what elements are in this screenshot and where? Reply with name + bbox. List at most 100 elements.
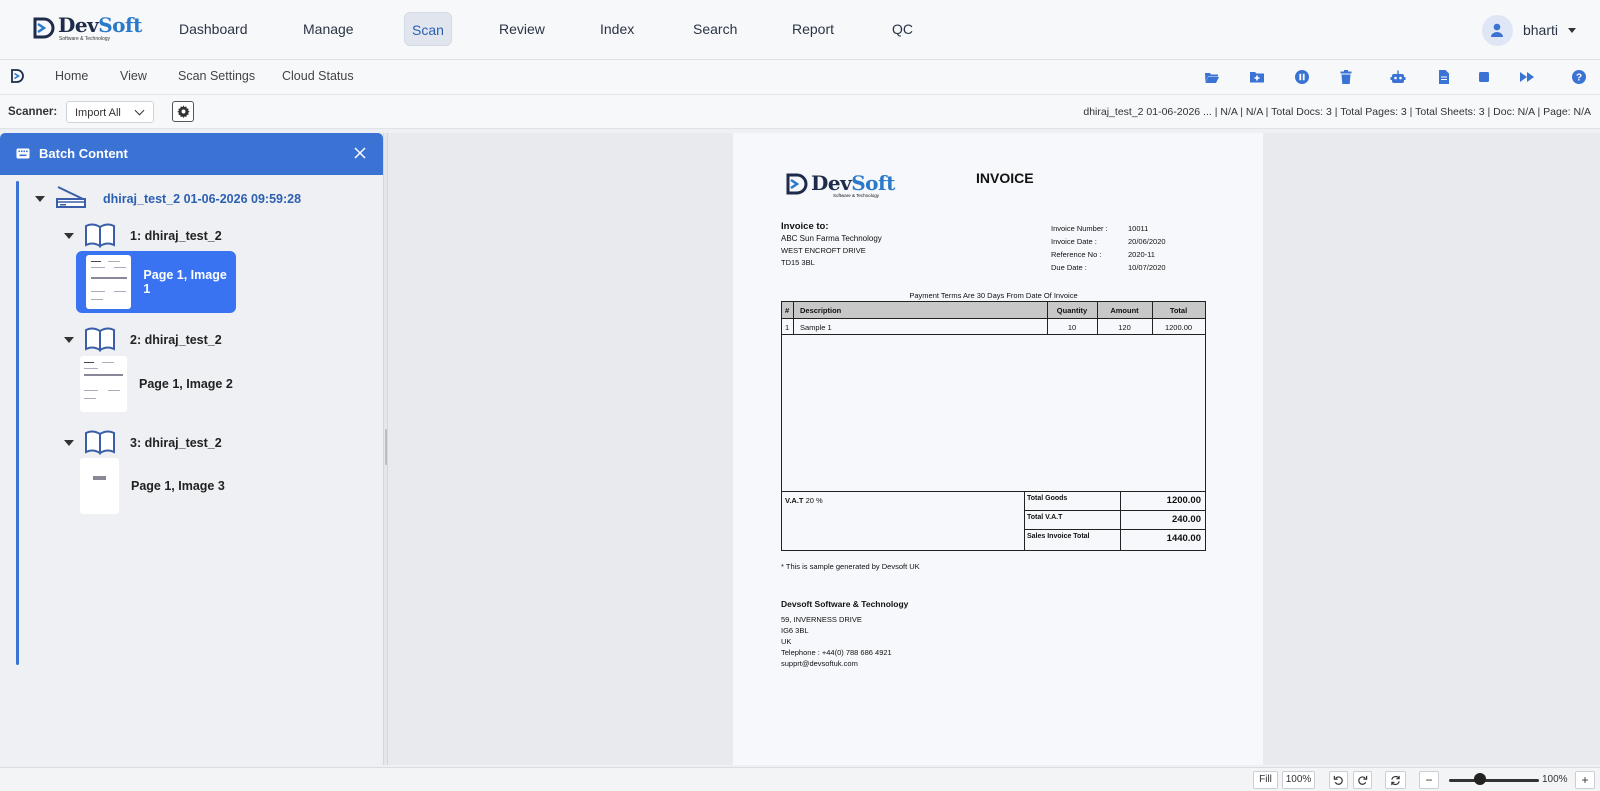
expand-caret-icon[interactable] bbox=[64, 440, 74, 446]
invoice-to-line: TD15 3BL bbox=[781, 258, 815, 267]
scanner-icon bbox=[55, 185, 87, 214]
svg-text:?: ? bbox=[1576, 73, 1582, 84]
page-item[interactable]: Page 1, Image 3 bbox=[80, 458, 240, 514]
nav-index[interactable]: Index bbox=[593, 12, 641, 46]
menu-view[interactable]: View bbox=[120, 60, 147, 95]
user-menu[interactable]: bharti bbox=[1481, 14, 1576, 46]
document-tree-item[interactable]: 1: dhiraj_test_2 bbox=[64, 221, 222, 251]
refresh-button[interactable] bbox=[1385, 771, 1406, 789]
zoom-100-button[interactable]: 100% bbox=[1282, 771, 1315, 789]
nav-qc[interactable]: QC bbox=[885, 12, 920, 46]
user-avatar-icon bbox=[1481, 14, 1513, 46]
keyboard-icon bbox=[16, 147, 30, 162]
invoice-to-line: WEST ENCROFT DRIVE bbox=[781, 246, 866, 255]
app-small-logo-icon bbox=[11, 69, 25, 86]
expand-caret-icon[interactable] bbox=[64, 337, 74, 343]
scanner-bar: Scanner: Import All dhiraj_test_2 01-06-… bbox=[0, 95, 1600, 129]
table-header: Description bbox=[800, 306, 842, 315]
batch-name: dhiraj_test_2 01-06-2026 09:59:28 bbox=[103, 192, 302, 206]
book-icon bbox=[84, 429, 116, 458]
nav-dashboard[interactable]: Dashboard bbox=[172, 12, 255, 46]
vat-rate: 20 % bbox=[805, 496, 823, 505]
fast-forward-icon[interactable] bbox=[1519, 69, 1535, 85]
page-item[interactable]: Page 1, Image 2 bbox=[80, 356, 240, 412]
invoice-meta-key: Due Date : bbox=[1051, 263, 1087, 272]
table-header: Amount bbox=[1110, 306, 1139, 315]
zoom-slider-track[interactable] bbox=[1449, 779, 1539, 782]
robot-icon[interactable] bbox=[1390, 69, 1406, 85]
table-cell: 10 bbox=[1067, 323, 1077, 332]
page-thumbnail bbox=[80, 458, 119, 514]
logo-text-main: Dev bbox=[58, 13, 99, 37]
folder-plus-icon[interactable] bbox=[1249, 69, 1265, 85]
nav-scan[interactable]: Scan bbox=[404, 12, 452, 46]
nav-review[interactable]: Review bbox=[492, 12, 552, 46]
book-icon bbox=[84, 222, 116, 251]
close-icon[interactable] bbox=[353, 146, 367, 160]
batch-content-header: Batch Content bbox=[0, 133, 383, 175]
scanner-settings-button[interactable] bbox=[172, 101, 194, 122]
scanner-label: Scanner: bbox=[8, 106, 58, 118]
logo-text-accent: Soft bbox=[98, 13, 142, 37]
invoice-meta-value: 10/07/2020 bbox=[1128, 263, 1166, 272]
folder-open-icon[interactable] bbox=[1204, 69, 1220, 85]
file-icon[interactable] bbox=[1436, 69, 1452, 85]
document-tree-item[interactable]: 2: dhiraj_test_2 bbox=[64, 325, 222, 355]
company-address-line: UK bbox=[781, 637, 792, 646]
company-phone: Telephone : +44(0) 788 686 4921 bbox=[781, 648, 892, 657]
nav-manage[interactable]: Manage bbox=[296, 12, 361, 46]
rotate-right-button[interactable] bbox=[1353, 771, 1372, 789]
invoice-note: * This is sample generated by Devsoft UK bbox=[781, 562, 920, 571]
refresh-icon bbox=[1391, 775, 1400, 786]
table-header: Total bbox=[1169, 306, 1188, 315]
nav-search[interactable]: Search bbox=[686, 12, 744, 46]
invoice-to-line: ABC Sun Farma Technology bbox=[781, 234, 882, 243]
rotate-left-button[interactable] bbox=[1329, 771, 1348, 789]
invoice-meta-key: Invoice Number : bbox=[1051, 224, 1108, 233]
fill-button[interactable]: Fill bbox=[1253, 771, 1278, 789]
rotate-right-icon bbox=[1358, 775, 1368, 785]
zoom-slider-knob[interactable] bbox=[1474, 773, 1486, 785]
document-name: 1: dhiraj_test_2 bbox=[130, 229, 222, 243]
invoice-meta-value: 2020-11 bbox=[1128, 250, 1155, 259]
expand-caret-icon[interactable] bbox=[35, 196, 45, 202]
zoom-out-button[interactable]: − bbox=[1419, 771, 1439, 789]
table-cell: Sample 1 bbox=[800, 323, 832, 332]
company-name: Devsoft Software & Technology bbox=[781, 599, 909, 609]
batch-tree-item[interactable]: dhiraj_test_2 01-06-2026 09:59:28 bbox=[35, 184, 301, 214]
stop-icon[interactable] bbox=[1476, 69, 1492, 85]
splitter-grip[interactable] bbox=[385, 429, 387, 465]
expand-caret-icon[interactable] bbox=[64, 233, 74, 239]
totals-value: 1200.00 bbox=[1166, 495, 1201, 506]
totals-value: 1440.00 bbox=[1166, 533, 1201, 544]
batch-status-line: dhiraj_test_2 01-06-2026 ... | N/A | N/A… bbox=[1083, 106, 1591, 118]
menu-bar: Home View Scan Settings Cloud Status ? bbox=[0, 60, 1600, 95]
pause-icon[interactable] bbox=[1294, 69, 1310, 85]
user-name: bharti bbox=[1522, 22, 1558, 38]
help-icon[interactable]: ? bbox=[1571, 69, 1587, 85]
scanner-select[interactable]: Import All bbox=[66, 101, 154, 123]
table-cell: 120 bbox=[1118, 323, 1131, 332]
totals-label: Total Goods bbox=[1027, 495, 1068, 502]
page-item-selected[interactable]: Page 1, Image 1 bbox=[76, 251, 236, 313]
invoice-to-label: Invoice to: bbox=[781, 221, 829, 232]
zoom-in-button[interactable]: + bbox=[1575, 771, 1595, 789]
vat-label: V.A.T bbox=[785, 496, 804, 505]
menu-scan-settings[interactable]: Scan Settings bbox=[178, 60, 255, 95]
menu-cloud-status[interactable]: Cloud Status bbox=[282, 60, 354, 95]
scanner-select-value: Import All bbox=[75, 107, 121, 119]
document-tree-item[interactable]: 3: dhiraj_test_2 bbox=[64, 428, 222, 458]
logo-tagline: Software & Technology bbox=[59, 36, 111, 42]
company-address-line: IG6 3BL bbox=[781, 626, 809, 635]
menu-home[interactable]: Home bbox=[55, 60, 88, 95]
invoice-title: INVOICE bbox=[976, 170, 1034, 186]
devsoft-logo[interactable]: DevSoft Software & Technology bbox=[32, 14, 142, 44]
tree-guide-line bbox=[16, 181, 19, 665]
payment-terms: Payment Terms Are 30 Days From Date Of I… bbox=[909, 291, 1078, 300]
trash-icon[interactable] bbox=[1338, 69, 1354, 85]
invoice-meta-value: 20/06/2020 bbox=[1128, 237, 1166, 246]
image-viewer[interactable]: DevSoft Software & Technology INVOICE In… bbox=[388, 133, 1600, 765]
nav-report[interactable]: Report bbox=[785, 12, 841, 46]
totals-label: Total V.A.T bbox=[1027, 514, 1063, 521]
totals-value: 240.00 bbox=[1171, 514, 1201, 525]
